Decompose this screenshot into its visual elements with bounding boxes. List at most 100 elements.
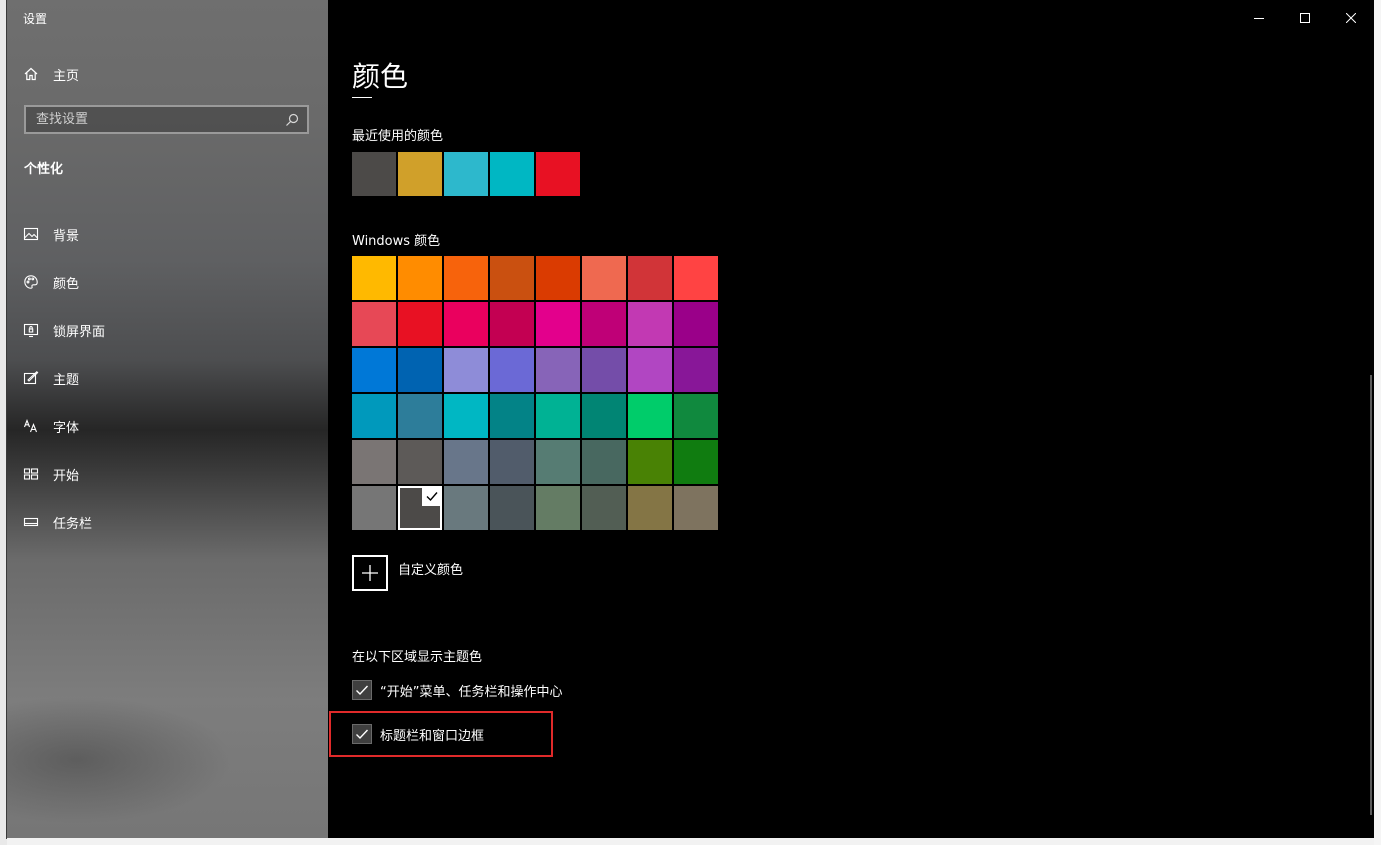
color-swatch[interactable]: [398, 256, 442, 300]
check-icon: [356, 685, 369, 696]
scrollbar[interactable]: [1370, 375, 1372, 815]
sidebar-item-label: 颜色: [53, 276, 80, 292]
window-title: 设置: [23, 12, 48, 26]
sidebar-item-label: 主页: [53, 68, 80, 84]
sidebar-item-lock-screen[interactable]: 锁屏界面: [23, 306, 105, 354]
taskbar-icon: [23, 514, 39, 530]
windows-colors-grid: [352, 256, 718, 530]
color-swatch[interactable]: [582, 302, 626, 346]
color-swatch[interactable]: [674, 256, 718, 300]
color-swatch[interactable]: [674, 440, 718, 484]
color-swatch[interactable]: [490, 394, 534, 438]
color-swatch[interactable]: [536, 256, 580, 300]
sidebar-item-themes[interactable]: 主题: [23, 354, 105, 402]
section-title: 个性化: [24, 162, 64, 177]
search-icon[interactable]: [285, 113, 299, 127]
color-swatch[interactable]: [444, 256, 488, 300]
color-swatch[interactable]: [352, 256, 396, 300]
color-swatch[interactable]: [490, 348, 534, 392]
color-swatch[interactable]: [444, 394, 488, 438]
recent-color-swatch[interactable]: [444, 152, 488, 196]
color-swatch[interactable]: [582, 256, 626, 300]
color-swatch[interactable]: [444, 348, 488, 392]
color-swatch[interactable]: [536, 440, 580, 484]
color-swatch[interactable]: [490, 440, 534, 484]
color-swatch[interactable]: [352, 394, 396, 438]
color-swatch[interactable]: [352, 486, 396, 530]
sidebar-item-colors[interactable]: 颜色: [23, 258, 105, 306]
color-swatch[interactable]: [628, 394, 672, 438]
search-box[interactable]: [24, 105, 309, 134]
background-desktop-right: [1374, 0, 1381, 845]
color-swatch[interactable]: [398, 440, 442, 484]
recent-color-swatch[interactable]: [490, 152, 534, 196]
palette-icon: [23, 274, 39, 290]
main-content: 颜色 最近使用的颜色 Windows 颜色 自定义颜色 在以下区域显示主题色 “…: [328, 0, 1374, 838]
recent-color-swatch[interactable]: [352, 152, 396, 196]
settings-window: 设置 主页 个性化: [7, 0, 1374, 838]
color-swatch[interactable]: [398, 348, 442, 392]
color-swatch[interactable]: [490, 486, 534, 530]
color-swatch[interactable]: [352, 348, 396, 392]
color-swatch[interactable]: [444, 486, 488, 530]
sidebar-item-fonts[interactable]: 字体: [23, 402, 105, 450]
theme-icon: [23, 370, 39, 386]
color-swatch[interactable]: [490, 302, 534, 346]
color-swatch[interactable]: [628, 486, 672, 530]
color-swatch[interactable]: [398, 394, 442, 438]
recent-color-swatch[interactable]: [536, 152, 580, 196]
color-swatch-selected[interactable]: [398, 486, 442, 530]
color-swatch[interactable]: [582, 348, 626, 392]
lock-screen-icon: [23, 322, 39, 338]
color-swatch[interactable]: [536, 486, 580, 530]
color-swatch[interactable]: [536, 302, 580, 346]
color-swatch[interactable]: [444, 302, 488, 346]
sidebar-item-start[interactable]: 开始: [23, 450, 105, 498]
custom-color-button[interactable]: 自定义颜色: [352, 555, 463, 591]
color-swatch[interactable]: [582, 394, 626, 438]
color-swatch[interactable]: [628, 440, 672, 484]
windows-colors-label: Windows 颜色: [352, 234, 441, 249]
picture-icon: [23, 226, 39, 242]
color-swatch[interactable]: [674, 348, 718, 392]
sidebar-item-label: 背景: [53, 228, 80, 244]
color-swatch[interactable]: [674, 486, 718, 530]
color-swatch[interactable]: [444, 440, 488, 484]
custom-color-label: 自定义颜色: [398, 563, 464, 578]
start-icon: [23, 466, 39, 482]
plus-icon: [352, 555, 388, 591]
sidebar-nav: 背景 颜色 锁屏界面 主题 字体 开始 任务栏: [23, 210, 105, 546]
color-swatch[interactable]: [352, 440, 396, 484]
search-input[interactable]: [36, 112, 285, 127]
page-title: 颜色: [352, 60, 409, 93]
color-swatch[interactable]: [536, 348, 580, 392]
color-swatch[interactable]: [582, 486, 626, 530]
recent-colors-label: 最近使用的颜色: [352, 129, 444, 144]
color-swatch[interactable]: [628, 256, 672, 300]
checkbox-label: “开始”菜单、任务栏和操作中心: [380, 684, 563, 700]
checkbox-start-taskbar[interactable]: “开始”菜单、任务栏和操作中心: [352, 680, 562, 700]
highlight-annotation: [329, 711, 553, 757]
color-swatch[interactable]: [674, 302, 718, 346]
show-accent-label: 在以下区域显示主题色: [352, 650, 483, 665]
color-swatch[interactable]: [398, 302, 442, 346]
sidebar: 设置 主页 个性化: [7, 0, 328, 838]
font-icon: [23, 418, 39, 434]
sidebar-item-taskbar[interactable]: 任务栏: [23, 498, 105, 546]
color-swatch[interactable]: [536, 394, 580, 438]
sidebar-item-background[interactable]: 背景: [23, 210, 105, 258]
home-icon: [23, 66, 39, 82]
color-swatch[interactable]: [352, 302, 396, 346]
sidebar-item-home[interactable]: 主页: [23, 63, 79, 85]
checkbox[interactable]: [352, 680, 372, 700]
color-swatch[interactable]: [490, 256, 534, 300]
recent-color-swatch[interactable]: [398, 152, 442, 196]
check-icon: [422, 486, 442, 506]
title-underline: [352, 97, 372, 98]
color-swatch[interactable]: [628, 302, 672, 346]
sidebar-item-label: 开始: [53, 468, 80, 484]
color-swatch[interactable]: [582, 440, 626, 484]
color-swatch[interactable]: [674, 394, 718, 438]
color-swatch[interactable]: [628, 348, 672, 392]
recent-colors: [352, 152, 580, 196]
